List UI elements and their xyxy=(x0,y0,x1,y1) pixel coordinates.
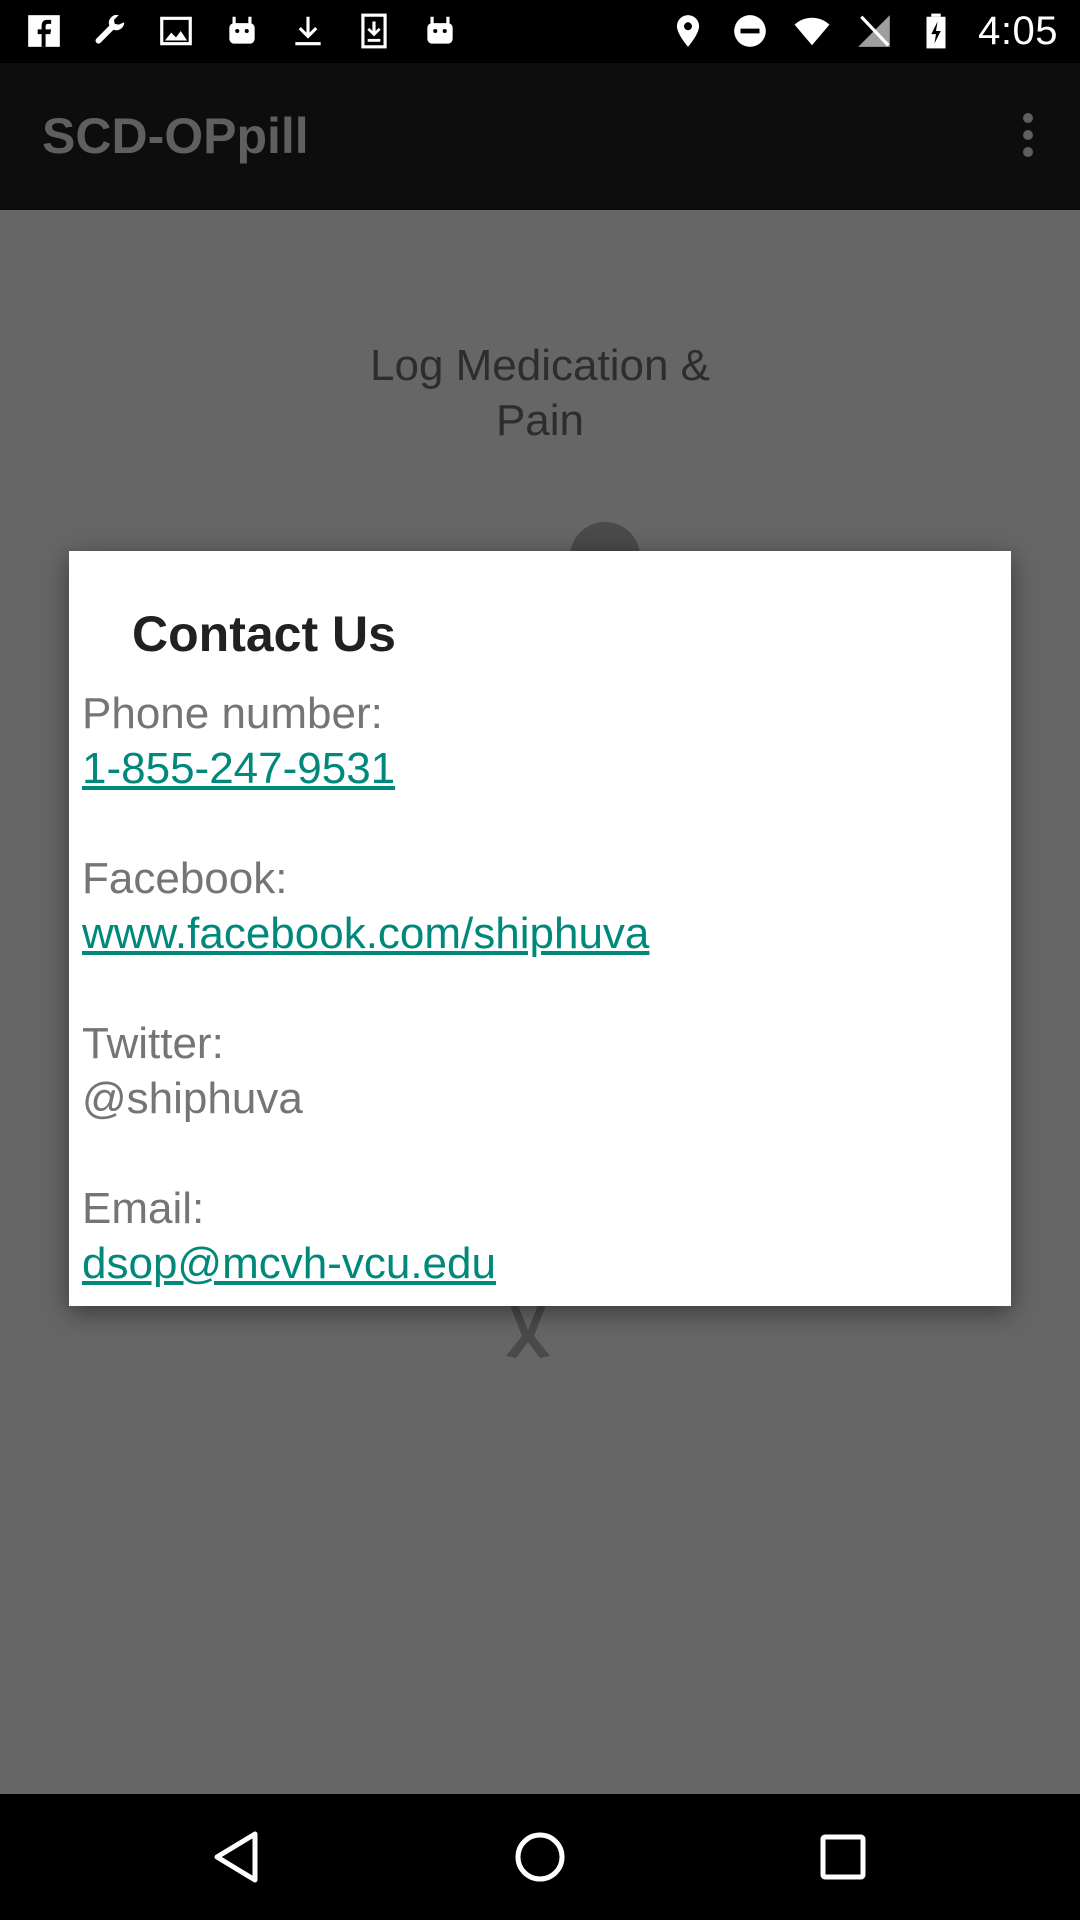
download-box-icon xyxy=(354,11,394,51)
overflow-menu-icon xyxy=(1023,113,1033,157)
notification-icons xyxy=(24,8,460,54)
phone-entry: Phone number: 1-855-247-9531 xyxy=(82,686,982,796)
heading-line-1: Log Medication & xyxy=(370,341,710,390)
phone-label: Phone number: xyxy=(82,689,383,738)
recents-icon xyxy=(820,1834,866,1880)
figure-image xyxy=(506,1300,550,1358)
phone-link[interactable]: 1-855-247-9531 xyxy=(82,741,395,796)
status-time: 4:05 xyxy=(978,8,1058,53)
android-icon xyxy=(420,11,460,51)
recents-button[interactable] xyxy=(803,1817,883,1897)
facebook-icon xyxy=(24,11,64,51)
navigation-bar xyxy=(0,1794,1080,1920)
dialog-body: Phone number: 1-855-247-9531 Facebook: w… xyxy=(82,686,982,1291)
home-button[interactable] xyxy=(500,1817,580,1897)
battery-charging-icon xyxy=(916,11,956,51)
no-signal-icon xyxy=(854,11,894,51)
wifi-icon xyxy=(792,11,832,51)
email-entry: Email: dsop@mcvh-vcu.edu xyxy=(82,1181,982,1291)
app-bar: SCD-OPpill xyxy=(0,63,1080,210)
location-icon xyxy=(668,11,708,51)
image-icon xyxy=(156,11,196,51)
wrench-icon xyxy=(90,11,130,51)
do-not-disturb-icon xyxy=(730,11,770,51)
twitter-label: Twitter: xyxy=(82,1019,224,1068)
contact-us-dialog: Contact Us Phone number: 1-855-247-9531 … xyxy=(69,551,1011,1306)
email-link[interactable]: dsop@mcvh-vcu.edu xyxy=(82,1236,496,1291)
twitter-entry: Twitter: @shiphuva xyxy=(82,1016,982,1126)
log-medication-heading[interactable]: Log Medication & Pain xyxy=(0,338,1080,448)
email-label: Email: xyxy=(82,1184,205,1233)
overflow-menu-button[interactable] xyxy=(996,103,1060,167)
home-icon xyxy=(515,1832,565,1882)
android-icon xyxy=(222,11,262,51)
system-icons: 4:05 xyxy=(668,8,1058,54)
heading-line-2: Pain xyxy=(495,396,585,445)
facebook-label: Facebook: xyxy=(82,854,288,903)
back-button[interactable] xyxy=(196,1817,276,1897)
dialog-title: Contact Us xyxy=(132,606,396,662)
download-icon xyxy=(288,11,328,51)
twitter-handle: @shiphuva xyxy=(82,1074,303,1123)
facebook-link[interactable]: www.facebook.com/shiphuva xyxy=(82,906,649,961)
app-title: SCD-OPpill xyxy=(42,108,309,164)
back-icon xyxy=(214,1831,258,1883)
status-bar: 4:05 xyxy=(0,0,1080,63)
facebook-entry: Facebook: www.facebook.com/shiphuva xyxy=(82,851,982,961)
